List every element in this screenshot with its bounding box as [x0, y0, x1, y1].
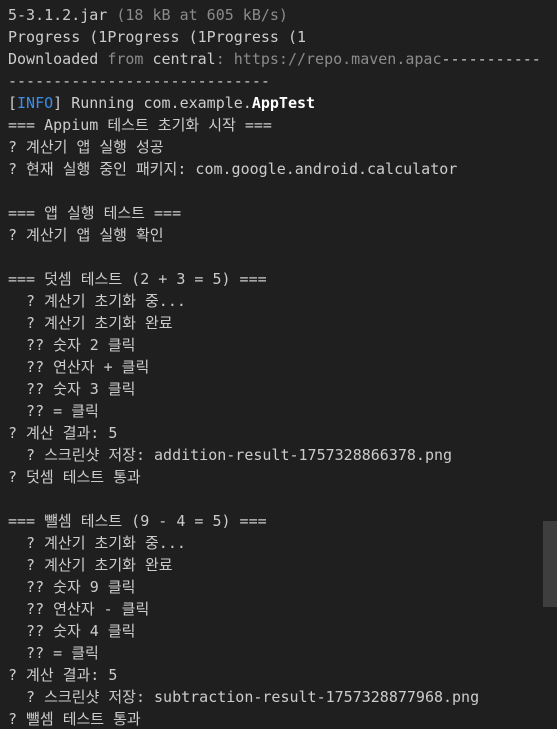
terminal-text-segment: ?? = 클릭	[8, 402, 99, 420]
terminal-text-segment: AppTest	[251, 94, 316, 112]
terminal-text-segment: ? 계산기 앱 실행 확인	[8, 226, 164, 244]
terminal-line: -----------------------------	[8, 70, 557, 92]
terminal-line: ?? = 클릭	[8, 642, 557, 664]
terminal-text-segment: [	[8, 94, 18, 112]
terminal-text-segment: ? 스크린샷 저장: subtraction-result-1757328877…	[8, 688, 480, 706]
terminal-line: ? 계산기 초기화 완료	[8, 554, 557, 576]
terminal-text-segment: === 덧셈 테스트 (2 + 3 = 5) ===	[8, 270, 267, 288]
terminal-text-segment: ? 계산기 초기화 완료	[8, 314, 173, 332]
terminal-text-segment: -----------	[441, 50, 541, 68]
terminal-line: ? 계산기 앱 실행 확인	[8, 224, 557, 246]
terminal-line: ? 계산기 초기화 중...	[8, 290, 557, 312]
terminal-text-segment: ? 계산기 앱 실행 성공	[8, 138, 164, 156]
terminal-text-segment: (18 kB at 605 kB/s)	[116, 6, 288, 24]
terminal-line: ? 현재 실행 중인 패키지: com.google.android.calcu…	[8, 158, 557, 180]
terminal-text-segment: ?? 숫자 3 클릭	[8, 380, 136, 398]
terminal-line: === 뺄셈 테스트 (9 - 4 = 5) ===	[8, 510, 557, 532]
terminal-text-segment: ? 계산기 초기화 완료	[8, 556, 173, 574]
terminal-line: ?? 연산자 - 클릭	[8, 598, 557, 620]
terminal-line: ? 스크린샷 저장: addition-result-1757328866378…	[8, 444, 557, 466]
terminal-text-segment: === Appium 테스트 초기화 시작 ===	[8, 116, 272, 134]
scrollbar-track[interactable]	[543, 0, 557, 729]
terminal-line: ? 덧셈 테스트 통과	[8, 466, 557, 488]
terminal-text-segment: Progress (1Progress (1Progress (1	[8, 28, 307, 46]
terminal-text-segment: ? 계산기 초기화 중...	[8, 292, 186, 310]
terminal-text-segment: ? 현재 실행 중인 패키지: com.google.android.calcu…	[8, 160, 458, 178]
scrollbar-thumb[interactable]	[543, 521, 557, 607]
terminal-line: ? 계산 결과: 5	[8, 664, 557, 686]
terminal-text-segment: ] Running com.example.	[53, 94, 252, 112]
terminal-line: ?? 연산자 + 클릭	[8, 356, 557, 378]
terminal-line: ? 계산기 초기화 완료	[8, 312, 557, 334]
terminal-line: ? 계산 결과: 5	[8, 422, 557, 444]
terminal-text-segment: ?? = 클릭	[8, 644, 99, 662]
terminal-line: ?? 숫자 3 클릭	[8, 378, 557, 400]
terminal-text-segment: from	[107, 50, 153, 68]
terminal-line: 5-3.1.2.jar (18 kB at 605 kB/s)	[8, 4, 557, 26]
terminal-line: ? 계산기 초기화 중...	[8, 532, 557, 554]
terminal-text-segment: ? 뺄셈 테스트 통과	[8, 710, 141, 728]
terminal-line: ?? 숫자 4 클릭	[8, 620, 557, 642]
terminal-text-segment: -----------------------------	[8, 72, 270, 90]
terminal-text-segment: ? 계산 결과: 5	[8, 424, 118, 442]
terminal-text-segment: ?? 숫자 9 클릭	[8, 578, 136, 596]
terminal-text-segment: ?? 숫자 4 클릭	[8, 622, 136, 640]
terminal-text-segment: === 앱 실행 테스트 ===	[8, 204, 182, 222]
terminal-panel[interactable]: 5-3.1.2.jar (18 kB at 605 kB/s) Progress …	[0, 0, 557, 729]
terminal-text-segment: : https://repo.maven.apac	[215, 50, 442, 68]
terminal-text-segment: ? 덧셈 테스트 통과	[8, 468, 141, 486]
terminal-line: Downloaded from central: https://repo.ma…	[8, 48, 557, 70]
terminal-text-segment: INFO	[17, 94, 54, 112]
terminal-line: Progress (1Progress (1Progress (1	[8, 26, 557, 48]
terminal-line: ?? 숫자 9 클릭	[8, 576, 557, 598]
terminal-text-segment: ? 계산기 초기화 중...	[8, 534, 186, 552]
terminal-line: === Appium 테스트 초기화 시작 ===	[8, 114, 557, 136]
terminal-line: [INFO] Running com.example.AppTest	[8, 92, 557, 114]
terminal-text-segment: ? 스크린샷 저장: addition-result-1757328866378…	[8, 446, 453, 464]
terminal-text-segment: ? 계산 결과: 5	[8, 666, 118, 684]
terminal-line: === 덧셈 테스트 (2 + 3 = 5) ===	[8, 268, 557, 290]
terminal-text-segment: === 뺄셈 테스트 (9 - 4 = 5) ===	[8, 512, 267, 530]
terminal-text-segment: Downloaded	[8, 50, 108, 68]
terminal-line: ? 스크린샷 저장: subtraction-result-1757328877…	[8, 686, 557, 708]
terminal-text-segment: central	[152, 50, 216, 68]
terminal-line: ? 계산기 앱 실행 성공	[8, 136, 557, 158]
terminal-text-segment: ?? 연산자 - 클릭	[8, 600, 150, 618]
terminal-output: 5-3.1.2.jar (18 kB at 605 kB/s) Progress …	[8, 4, 557, 729]
terminal-line: ?? = 클릭	[8, 400, 557, 422]
terminal-text-segment: ?? 연산자 + 클릭	[8, 358, 150, 376]
terminal-line: ?? 숫자 2 클릭	[8, 334, 557, 356]
terminal-line: ? 뺄셈 테스트 통과	[8, 708, 557, 729]
terminal-text-segment: 5-3.1.2.jar	[8, 6, 117, 24]
terminal-line: === 앱 실행 테스트 ===	[8, 202, 557, 224]
terminal-text-segment: ?? 숫자 2 클릭	[8, 336, 136, 354]
